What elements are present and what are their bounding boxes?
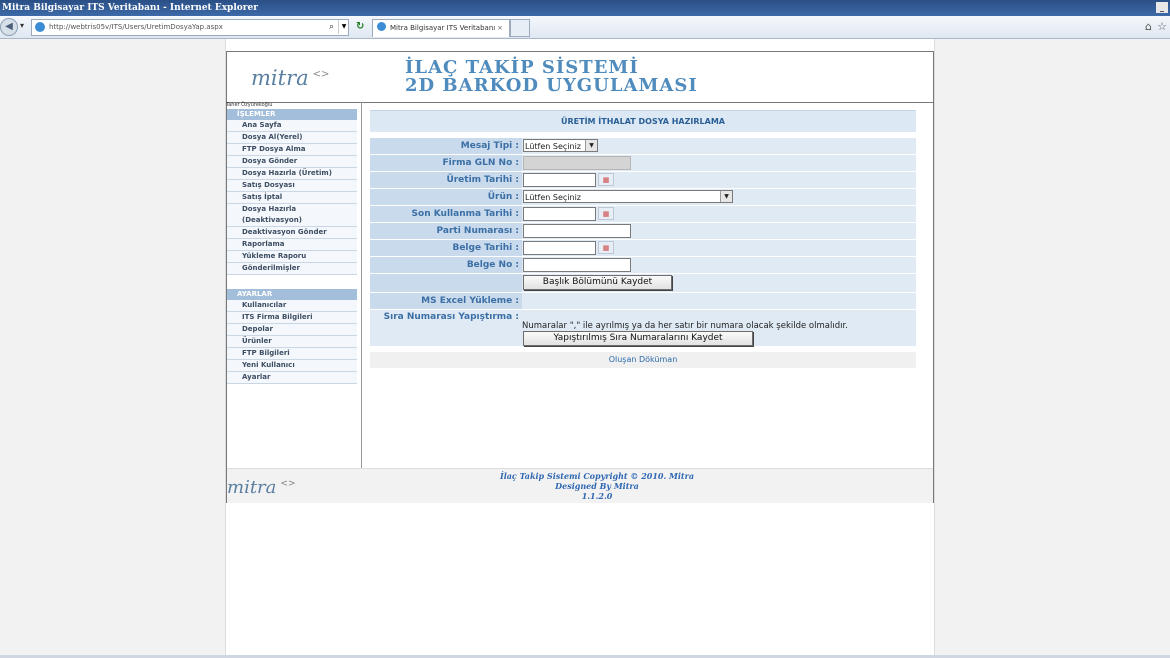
sidebar: İŞLEMLER Ana Sayfa Dosya Al(Yerel) FTP D…: [227, 109, 357, 384]
sidebar-item-kullanicilar[interactable]: Kullanıcılar: [227, 300, 357, 312]
row-belge-no: Belge No :: [370, 257, 916, 273]
sidebar-item-dosya-al[interactable]: Dosya Al(Yerel): [227, 132, 357, 144]
mesaj-tipi-label: Mesaj Tipi :: [460, 141, 519, 151]
sidebar-item-dosya-hazirla-deaktivasyon[interactable]: Dosya Hazırla (Deaktivasyon): [227, 204, 357, 227]
ie-icon: [377, 22, 386, 31]
row-parti-numarasi: Parti Numarası :: [370, 223, 916, 239]
tab-title: Mitra Bilgisayar ITS Veritabanı: [390, 24, 496, 32]
row-belge-tarihi: Belge Tarihi : ▦: [370, 240, 916, 256]
sidebar-item-satis-dosyasi[interactable]: Satış Dosyası: [227, 180, 357, 192]
recent-pages-dropdown[interactable]: ▾: [20, 21, 24, 30]
sidebar-item-urunler[interactable]: Ürünler: [227, 336, 357, 348]
sidebar-item-ftp-dosya-alma[interactable]: FTP Dosya Alma: [227, 144, 357, 156]
urun-label: Ürün :: [487, 192, 519, 202]
sidebar-item-yukleme-raporu[interactable]: Yükleme Raporu: [227, 251, 357, 263]
mitra-logo: mitra <>: [251, 66, 330, 90]
address-dropdown[interactable]: ▼: [338, 20, 349, 34]
ms-excel-label: MS Excel Yükleme :: [421, 296, 519, 306]
star-icon[interactable]: ☆: [1157, 20, 1167, 33]
main-form: ÜRETİM İTHALAT DOSYA HAZIRLAMA Mesaj Tip…: [370, 110, 916, 368]
back-icon[interactable]: ◀: [0, 18, 18, 36]
urun-select[interactable]: Lütfen Seçiniz ▼: [523, 190, 733, 203]
sidebar-item-deaktivasyon-gonder[interactable]: Deaktivasyon Gönder: [227, 227, 357, 239]
footer-mitra-logo: mitra <>: [227, 477, 296, 498]
window-titlebar: Mitra Bilgisayar ITS Veritabanı - Intern…: [0, 0, 1170, 16]
son-kullanma-tarihi-field[interactable]: [523, 207, 596, 221]
sidebar-divider: [361, 102, 362, 468]
address-url[interactable]: http://webtris05v/ITS/Users/UretimDosyaY…: [49, 21, 223, 34]
save-serials-button[interactable]: Yapıştırılmış Sıra Numaralarını Kaydet: [523, 331, 753, 346]
refresh-icon[interactable]: ↻: [356, 21, 364, 32]
chevron-down-icon: ▼: [585, 140, 597, 151]
minimize-button[interactable]: _: [1156, 2, 1168, 13]
search-icon[interactable]: ⌕: [329, 20, 334, 34]
sidebar-item-depolar[interactable]: Depolar: [227, 324, 357, 336]
belge-tarihi-label: Belge Tarihi :: [452, 243, 519, 253]
sidebar-item-ana-sayfa[interactable]: Ana Sayfa: [227, 120, 357, 132]
new-tab-button[interactable]: [510, 19, 530, 37]
chevron-down-icon: ▼: [720, 191, 732, 202]
sidebar-item-ayarlar[interactable]: Ayarlar: [227, 372, 357, 384]
footer-designer: Designed By Mitra: [555, 481, 639, 491]
footer-text: İlaç Takip Sistemi Copyright © 2010. Mit…: [407, 471, 787, 501]
parti-numarasi-field[interactable]: [523, 224, 631, 238]
ie-icon: [35, 22, 45, 32]
sidebar-item-its-firma-bilgileri[interactable]: ITS Firma Bilgileri: [227, 312, 357, 324]
app-footer: mitra <> İlaç Takip Sistemi Copyright © 2…: [227, 468, 933, 503]
browser-tab[interactable]: Mitra Bilgisayar ITS Veritabanı ×: [372, 19, 510, 37]
app-frame: mitra <> İLAÇ TAKİP SİSTEMİ 2D BARKOD UYG…: [226, 51, 934, 503]
sidebar-item-yeni-kullanici[interactable]: Yeni Kullanıcı: [227, 360, 357, 372]
uretim-tarihi-field[interactable]: [523, 173, 596, 187]
mesaj-tipi-select[interactable]: Lütfen Seçiniz ▼: [523, 139, 598, 152]
page-viewport: mitra <> İLAÇ TAKİP SİSTEMİ 2D BARKOD UYG…: [0, 39, 1170, 658]
row-save-header: Başlık Bölümünü Kaydet: [370, 274, 916, 292]
calendar-icon[interactable]: ▦: [598, 173, 614, 186]
row-sira-numarasi: Sıra Numarası Yapıştırma : Numaralar ","…: [370, 310, 916, 346]
row-urun: Ürün : Lütfen Seçiniz ▼: [370, 189, 916, 205]
belge-no-field[interactable]: [523, 258, 631, 272]
close-icon[interactable]: ×: [497, 20, 503, 37]
window-title: Mitra Bilgisayar ITS Veritabanı - Intern…: [2, 3, 258, 13]
section-islemler: İŞLEMLER: [227, 109, 357, 120]
row-son-kullanma-tarihi: Son Kullanma Tarihi : ▦: [370, 206, 916, 222]
sira-numarasi-note: Numaralar "," ile ayrılmış ya da her sat…: [522, 321, 848, 331]
sidebar-item-raporlama[interactable]: Raporlama: [227, 239, 357, 251]
section-ayarlar: AYARLAR: [227, 289, 357, 300]
row-firma-gln: Firma GLN No :: [370, 155, 916, 171]
app-header: mitra <> İLAÇ TAKİP SİSTEMİ 2D BARKOD UYG…: [227, 52, 933, 103]
uretim-tarihi-label: Üretim Tarihi :: [446, 175, 519, 185]
sidebar-item-gonderilmisler[interactable]: Gönderilmişler: [227, 263, 357, 275]
calendar-icon[interactable]: ▦: [598, 207, 614, 220]
sidebar-item-dosya-gonder[interactable]: Dosya Gönder: [227, 156, 357, 168]
firma-gln-label: Firma GLN No :: [442, 158, 520, 168]
save-header-button[interactable]: Başlık Bölümünü Kaydet: [523, 275, 672, 290]
user-name: Taner Özyürekoğlu: [226, 102, 273, 108]
app-title-line2: 2D BARKOD UYGULAMASI: [405, 75, 698, 96]
belge-no-label: Belge No :: [466, 260, 519, 270]
calendar-icon[interactable]: ▦: [598, 241, 614, 254]
firma-gln-field: [523, 156, 631, 170]
sidebar-item-ftp-bilgileri[interactable]: FTP Bilgileri: [227, 348, 357, 360]
app-title: İLAÇ TAKİP SİSTEMİ 2D BARKOD UYGULAMASI: [405, 59, 698, 95]
son-kullanma-tarihi-label: Son Kullanma Tarihi :: [411, 209, 519, 219]
olusan-dokuman-link[interactable]: Oluşan Döküman: [370, 352, 916, 368]
footer-copyright: İlaç Takip Sistemi Copyright © 2010. Mit…: [499, 471, 695, 481]
row-uretim-tarihi: Üretim Tarihi : ▦: [370, 172, 916, 188]
form-title: ÜRETİM İTHALAT DOSYA HAZIRLAMA: [370, 110, 916, 132]
address-bar[interactable]: http://webtris05v/ITS/Users/UretimDosyaY…: [31, 19, 349, 36]
browser-navbar: ◀ ▾ http://webtris05v/ITS/Users/UretimDo…: [0, 16, 1170, 39]
row-ms-excel: MS Excel Yükleme :: [370, 293, 916, 309]
parti-numarasi-label: Parti Numarası :: [436, 226, 519, 236]
sira-numarasi-label: Sıra Numarası Yapıştırma :: [383, 312, 519, 322]
belge-tarihi-field[interactable]: [523, 241, 596, 255]
footer-version: 1.1.2.0: [581, 491, 613, 501]
sidebar-item-dosya-hazirla-uretim[interactable]: Dosya Hazırla (Üretim): [227, 168, 357, 180]
home-icon[interactable]: ⌂: [1145, 20, 1152, 33]
row-mesaj-tipi: Mesaj Tipi : Lütfen Seçiniz ▼: [370, 138, 916, 154]
sidebar-item-satis-iptal[interactable]: Satış İptal: [227, 192, 357, 204]
